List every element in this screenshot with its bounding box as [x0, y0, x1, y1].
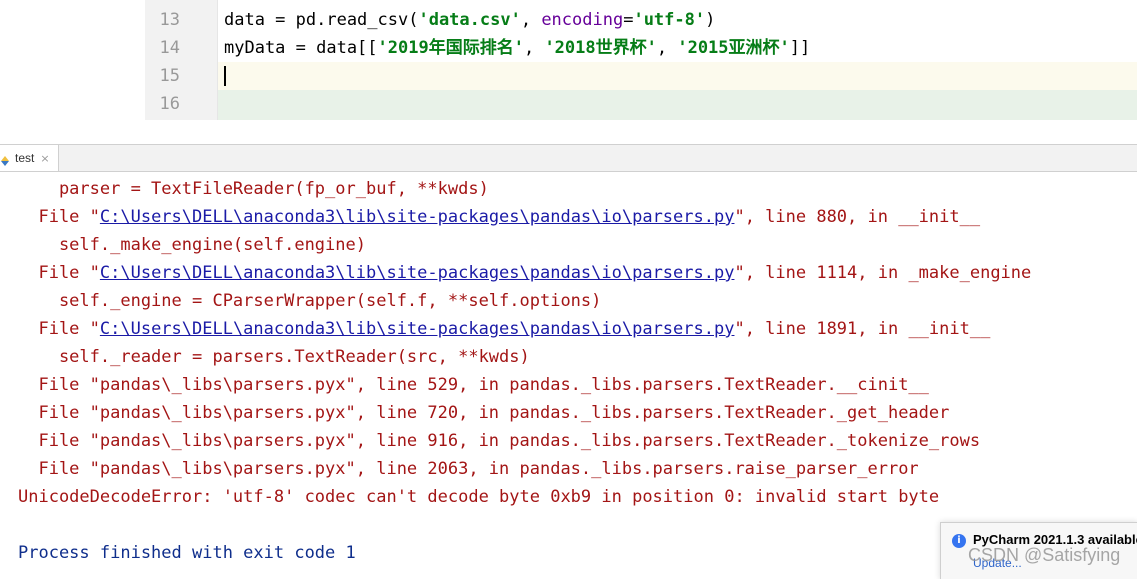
console-line: self._reader = parsers.TextReader(src, *… [18, 347, 530, 367]
tab-label: test [15, 151, 35, 165]
update-notification[interactable]: i PyCharm 2021.1.3 available Update... [940, 522, 1137, 579]
string-literal: '2015亚洲杯' [677, 38, 790, 58]
line-number: 14 [159, 38, 180, 58]
editor-line[interactable]: 14 myData = data[['2019年国际排名', '2018世界杯'… [0, 34, 1137, 62]
code-token: ]] [789, 38, 811, 58]
code-token: data = pd.read_csv( [224, 10, 419, 30]
code-token: myData = data[[ [224, 38, 378, 58]
code-token: , [656, 38, 678, 58]
editor-line[interactable]: 16 [0, 90, 1137, 118]
tab-test[interactable]: test × [0, 145, 59, 171]
file-path-link[interactable]: C:\Users\DELL\anaconda3\lib\site-package… [100, 263, 735, 283]
code-token: , [520, 10, 542, 30]
python-file-icon [0, 152, 10, 166]
code-token: ) [705, 10, 716, 30]
code-editor[interactable]: 13 data = pd.read_csv('data.csv', encodi… [0, 0, 1137, 120]
error-message-line: UnicodeDecodeError: 'utf-8' codec can't … [18, 487, 940, 507]
info-icon: i [952, 534, 966, 548]
console-line: File "pandas\_libs\parsers.pyx", line 20… [18, 459, 919, 479]
editor-line[interactable]: 15 [0, 62, 1137, 90]
editor-line[interactable]: 13 data = pd.read_csv('data.csv', encodi… [0, 6, 1137, 34]
console-line: self._make_engine(self.engine) [18, 235, 366, 255]
code-token: = [623, 10, 634, 30]
console-line: File "pandas\_libs\parsers.pyx", line 91… [18, 431, 981, 451]
process-exit-line: Process finished with exit code 1 [18, 543, 356, 563]
console-line: self._engine = CParserWrapper(self.f, **… [18, 291, 602, 311]
string-literal: '2018世界杯' [544, 38, 657, 58]
line-code[interactable]: myData = data[['2019年国际排名', '2018世界杯', '… [224, 34, 810, 62]
console-line: File "C:\Users\DELL\anaconda3\lib\site-p… [18, 319, 991, 339]
run-tool-tab-bar: test × [0, 144, 1137, 172]
console-line: File "pandas\_libs\parsers.pyx", line 72… [18, 403, 950, 423]
string-literal: 'data.csv' [418, 10, 521, 30]
console-line: File "pandas\_libs\parsers.pyx", line 52… [18, 375, 929, 395]
string-literal: 'utf-8' [633, 10, 706, 30]
close-icon[interactable]: × [40, 152, 49, 165]
file-path-link[interactable]: C:\Users\DELL\anaconda3\lib\site-package… [100, 319, 735, 339]
line-number: 15 [159, 66, 180, 86]
string-literal: '2019年国际排名' [377, 38, 524, 58]
line-number: 16 [159, 94, 180, 114]
ide-window: 13 data = pd.read_csv('data.csv', encodi… [0, 0, 1137, 579]
code-token: , [523, 38, 545, 58]
keyword-argument: encoding [541, 10, 624, 30]
line-code[interactable]: data = pd.read_csv('data.csv', encoding=… [224, 6, 715, 34]
update-link[interactable]: Update... [973, 556, 1022, 570]
file-path-link[interactable]: C:\Users\DELL\anaconda3\lib\site-package… [100, 207, 735, 227]
console-line: File "C:\Users\DELL\anaconda3\lib\site-p… [18, 263, 1032, 283]
notification-title: PyCharm 2021.1.3 available [973, 532, 1137, 547]
text-caret [224, 66, 226, 86]
console-line: parser = TextFileReader(fp_or_buf, **kwd… [18, 179, 489, 199]
console-line: File "C:\Users\DELL\anaconda3\lib\site-p… [18, 207, 981, 227]
console-output[interactable]: parser = TextFileReader(fp_or_buf, **kwd… [0, 172, 1137, 579]
line-number: 13 [159, 10, 180, 30]
